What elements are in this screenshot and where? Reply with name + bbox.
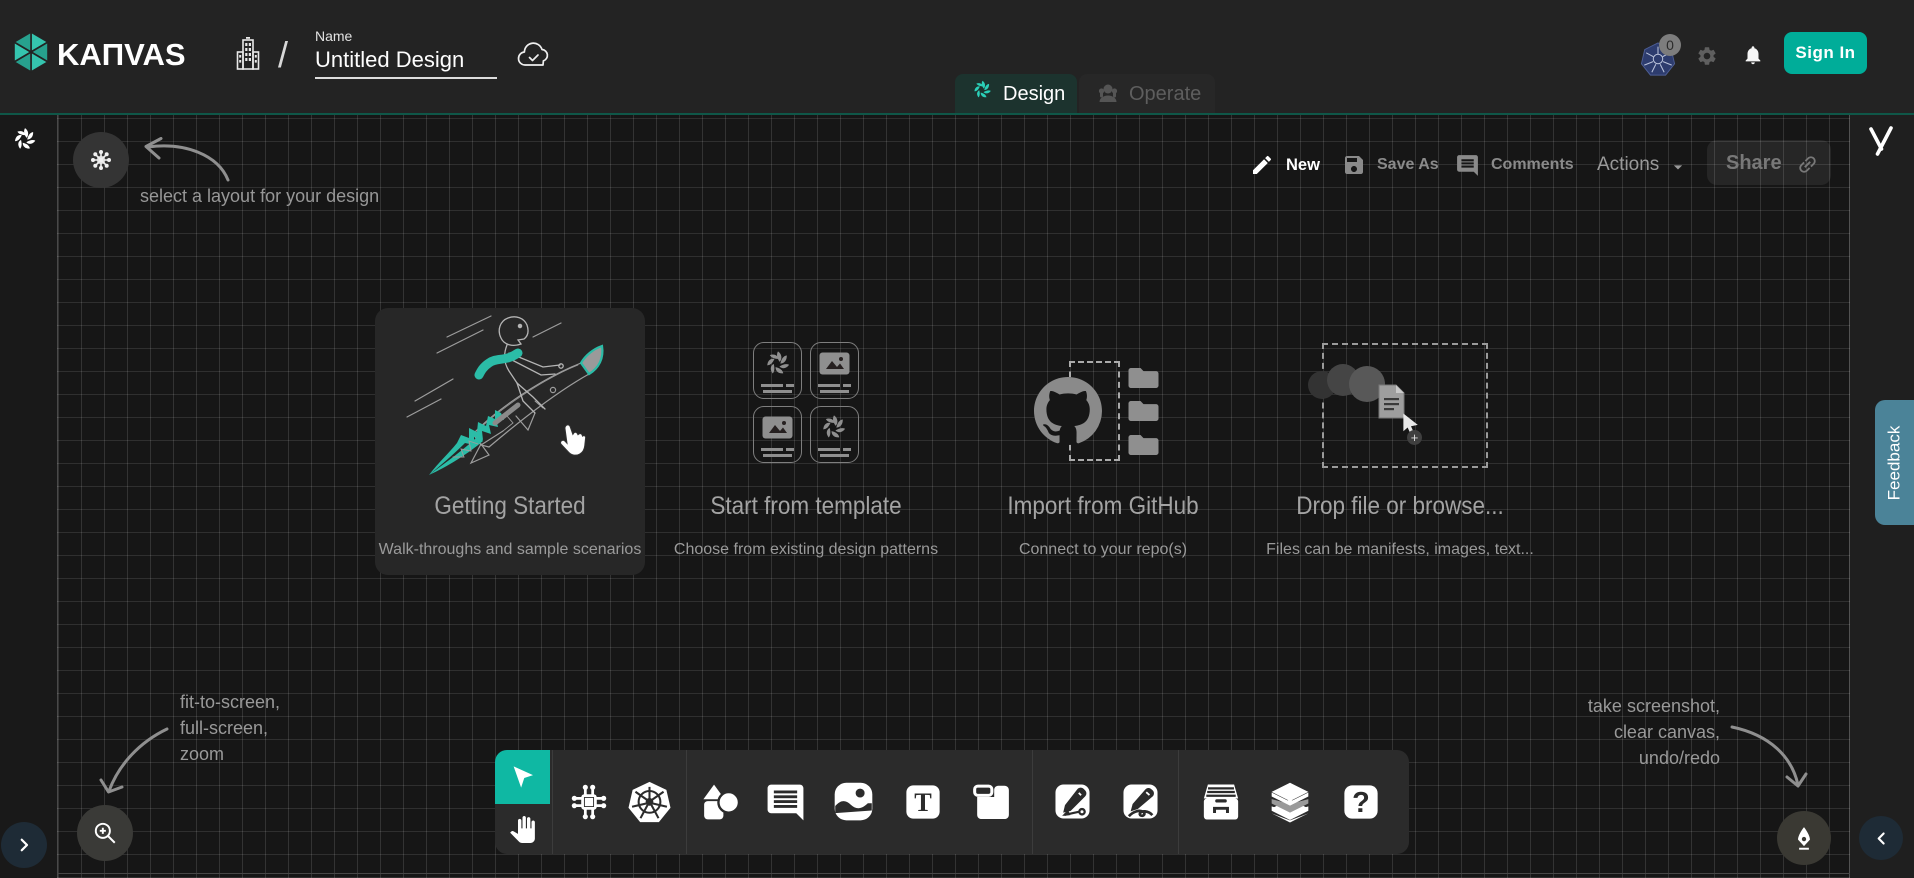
svg-text:T: T bbox=[914, 788, 932, 817]
svg-text:?: ? bbox=[1352, 787, 1370, 819]
